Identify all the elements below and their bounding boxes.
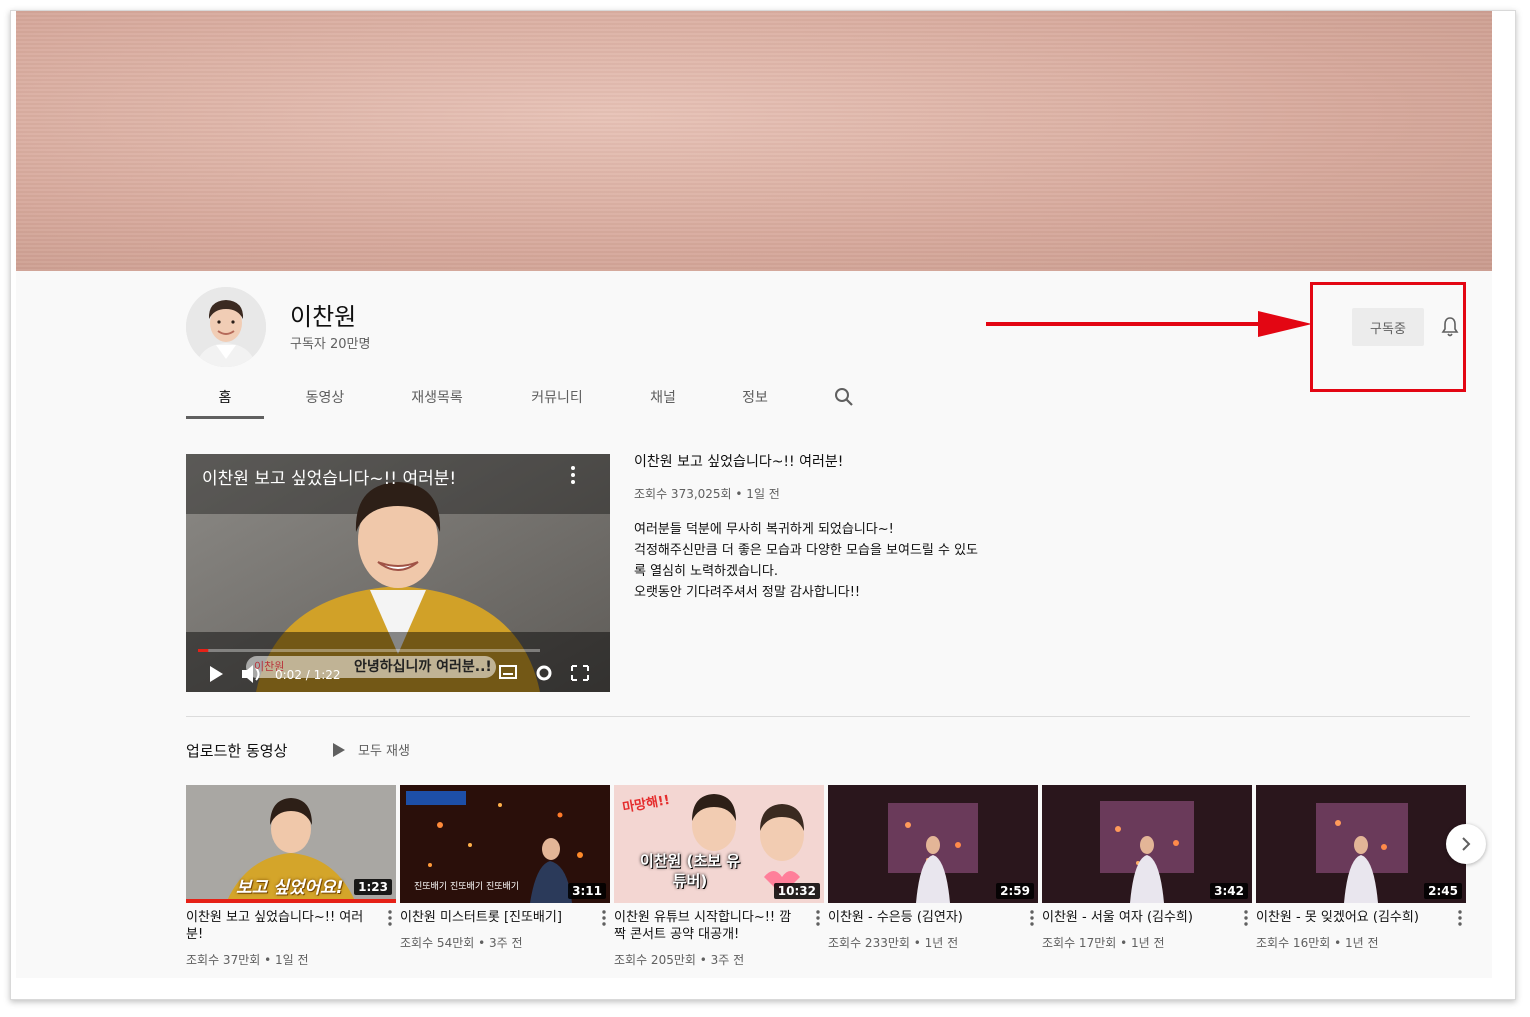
video-thumbnail[interactable]: 마망해!! 이찬원 (초보 유튜버) 10:32 — [614, 785, 824, 903]
video-card[interactable]: 2:45 이찬원 - 못 잊겠어요 (김수희) 조회수 16만회 • 1년 전 — [1256, 785, 1466, 951]
video-thumbnail[interactable]: 2:59 — [828, 785, 1038, 903]
featured-video-description: 여러분들 덕분에 무사히 복귀하게 되었습니다~! 걱정해주신만큼 더 좋은 모… — [634, 519, 1054, 603]
video-title[interactable]: 이찬원 미스터트롯 [진또배기] — [400, 909, 580, 926]
video-thumbnail[interactable]: 진또배기 진또배기 진또배기 3:11 — [400, 785, 610, 903]
video-title[interactable]: 이찬원 - 서울 여자 (김수희) — [1042, 909, 1222, 926]
video-meta: 조회수 16만회 • 1년 전 — [1256, 936, 1379, 950]
description-line: 걱정해주신만큼 더 좋은 모습과 다양한 모습을 보여드릴 수 있도 — [634, 543, 979, 558]
more-options-icon[interactable] — [814, 909, 822, 927]
featured-video-meta: 조회수 373,025회 • 1일 전 — [634, 487, 780, 501]
section-divider — [186, 716, 1470, 717]
tab-search[interactable] — [802, 375, 886, 419]
avatar[interactable] — [186, 287, 266, 367]
chevron-right-icon — [1462, 837, 1471, 851]
play-icon — [333, 742, 345, 757]
subscribed-button[interactable]: 구독중 — [1352, 308, 1424, 346]
description-line: 여러분들 덕분에 무사히 복귀하게 되었습니다~! — [634, 522, 894, 537]
channel-name: 이찬원 — [290, 303, 357, 331]
thumbnail-overlay-text: 이찬원 (초보 유튜버) — [639, 852, 741, 890]
video-title[interactable]: 이찬원 보고 싶었습니다~!! 여러분! — [186, 909, 366, 943]
more-options-icon[interactable] — [600, 909, 608, 927]
video-meta: 조회수 205만회 • 3주 전 — [614, 953, 745, 967]
notification-bell-icon[interactable] — [1438, 315, 1462, 339]
player-title: 이찬원 보고 싶었습니다~!! 여러분! — [202, 469, 457, 489]
more-options-icon[interactable] — [386, 909, 394, 927]
more-options-icon[interactable] — [1456, 909, 1464, 927]
carousel-next-button[interactable] — [1446, 824, 1486, 864]
video-thumbnail[interactable]: 2:45 — [1256, 785, 1466, 903]
video-card[interactable]: 마망해!! 이찬원 (초보 유튜버) 10:32 이찬원 유튜브 시작합니다~!… — [614, 785, 824, 968]
video-duration: 2:45 — [1424, 883, 1462, 899]
video-thumbnail[interactable]: 보고 싶었어요! 1:23 — [186, 785, 396, 903]
video-time: 0:02 / 1:22 — [275, 668, 341, 682]
tab-label: 동영상 — [305, 390, 345, 406]
more-options-icon[interactable] — [1028, 909, 1036, 927]
video-thumbnail[interactable]: 3:42 — [1042, 785, 1252, 903]
video-card[interactable]: 2:59 이찬원 - 수은등 (김연자) 조회수 233만회 • 1년 전 — [828, 785, 1038, 951]
video-meta: 조회수 37만회 • 1일 전 — [186, 953, 309, 967]
tab-label: 정보 — [742, 390, 768, 406]
video-card[interactable]: 보고 싶었어요! 1:23 이찬원 보고 싶었습니다~!! 여러분! 조회수 3… — [186, 785, 396, 968]
video-meta: 조회수 17만회 • 1년 전 — [1042, 936, 1165, 950]
red-arrow-annotation — [986, 311, 1312, 337]
featured-video-player[interactable]: 이찬원 보고 싶었습니다~!! 여러분! 이찬원 안녕하십니까 여러분..! 0… — [186, 454, 610, 692]
thumbnail-overlay-text: 진또배기 진또배기 진또배기 — [414, 882, 520, 892]
video-duration: 3:42 — [1210, 883, 1248, 899]
video-duration: 1:23 — [354, 879, 392, 895]
video-title[interactable]: 이찬원 - 못 잊겠어요 (김수희) — [1256, 909, 1436, 926]
channel-banner — [16, 11, 1492, 271]
tab-community[interactable]: 커뮤니티 — [496, 375, 618, 419]
tab-label: 채널 — [650, 390, 676, 406]
tab-label: 홈 — [218, 390, 232, 406]
video-title[interactable]: 이찬원 유튜브 시작합니다~!! 깜짝 콘서트 공약 대공개! — [614, 909, 794, 943]
play-all-button[interactable]: 모두 재생 — [332, 740, 410, 759]
video-duration: 10:32 — [773, 883, 820, 899]
tab-label: 커뮤니티 — [531, 390, 583, 406]
subscriber-count: 구독자 20만명 — [290, 337, 371, 352]
video-card[interactable]: 3:42 이찬원 - 서울 여자 (김수희) 조회수 17만회 • 1년 전 — [1042, 785, 1252, 951]
tab-about[interactable]: 정보 — [708, 375, 802, 419]
more-options-icon[interactable] — [1242, 909, 1250, 927]
home-content: 이찬원 보고 싶었습니다~!! 여러분! 이찬원 안녕하십니까 여러분..! 0… — [16, 419, 1492, 978]
tab-playlists[interactable]: 재생목록 — [378, 375, 496, 419]
more-options-icon[interactable] — [566, 464, 580, 486]
description-line: 오랫동안 기다려주셔서 정말 감사합니다!! — [634, 585, 861, 600]
video-duration: 3:11 — [568, 883, 606, 899]
tab-videos[interactable]: 동영상 — [272, 375, 378, 419]
video-caption: 안녕하십니까 여러분..! — [354, 659, 492, 675]
video-title[interactable]: 이찬원 - 수은등 (김연자) — [828, 909, 1008, 926]
search-icon — [835, 388, 853, 406]
description-line: 록 열심히 노력하겠습니다. — [634, 564, 778, 579]
tab-home[interactable]: 홈 — [186, 375, 264, 419]
channel-header: 이찬원 구독자 20만명 구독중 홈 동영상 재생목록 커뮤니티 채널 정보 — [16, 271, 1492, 419]
watch-progress-bar — [186, 899, 396, 903]
video-card[interactable]: 진또배기 진또배기 진또배기 3:11 이찬원 미스터트롯 [진또배기] 조회수… — [400, 785, 610, 951]
video-duration: 2:59 — [996, 883, 1034, 899]
youtube-channel-page: 이찬원 구독자 20만명 구독중 홈 동영상 재생목록 커뮤니티 채널 정보 이… — [16, 11, 1492, 978]
uploads-section-title[interactable]: 업로드한 동영상 — [186, 740, 287, 761]
tab-channels[interactable]: 채널 — [618, 375, 708, 419]
video-meta: 조회수 233만회 • 1년 전 — [828, 936, 959, 950]
featured-video-title[interactable]: 이찬원 보고 싶었습니다~!! 여러분! — [634, 451, 843, 471]
play-all-label: 모두 재생 — [358, 744, 410, 759]
channel-tabs: 홈 동영상 재생목록 커뮤니티 채널 정보 — [186, 375, 886, 419]
thumbnail-overlay-text: 보고 싶었어요! — [236, 878, 344, 898]
avatar-image — [186, 287, 266, 367]
tab-label: 재생목록 — [411, 390, 463, 406]
video-meta: 조회수 54만회 • 3주 전 — [400, 936, 523, 950]
